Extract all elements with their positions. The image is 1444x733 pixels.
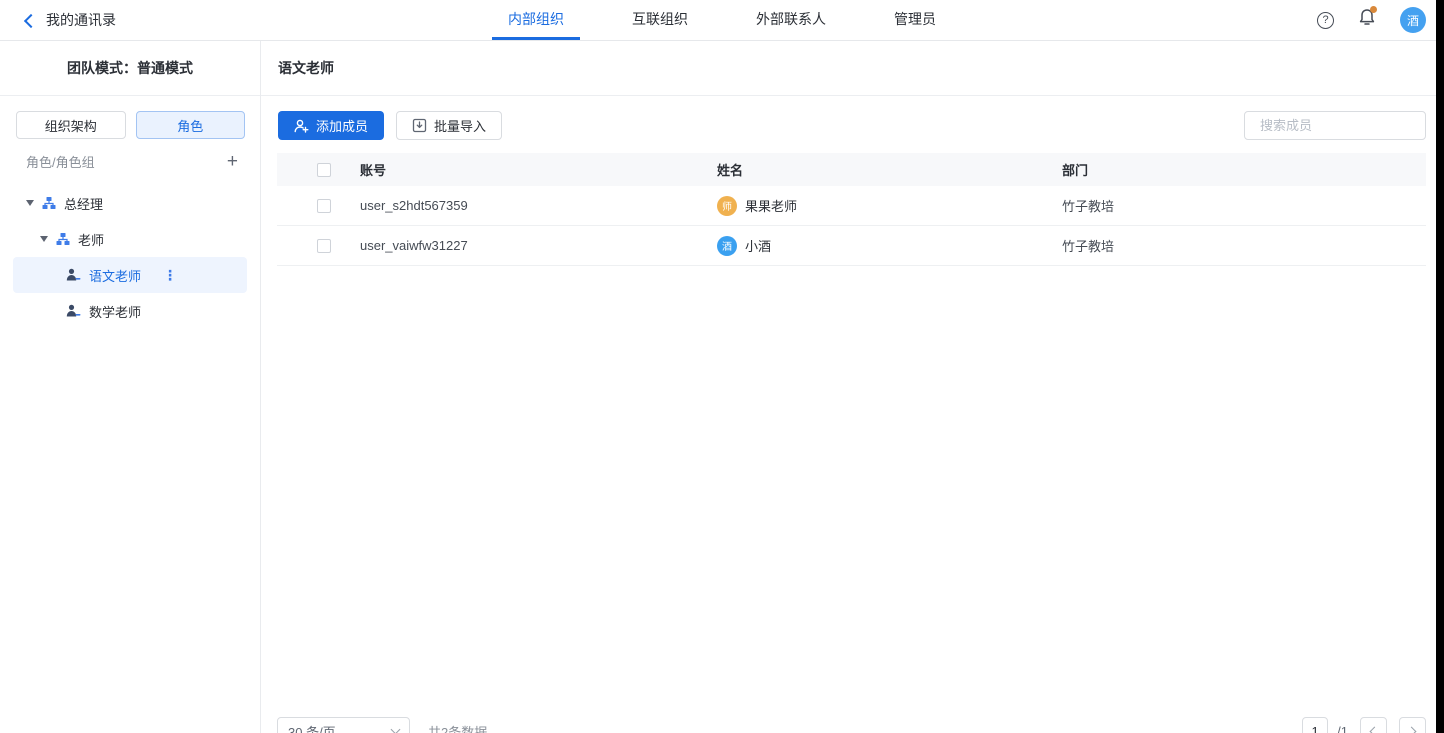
- page-total-label: /1: [1337, 724, 1348, 733]
- chevron-right-icon: [1407, 726, 1417, 733]
- table-row[interactable]: user_vaiwfw31227 酒 小酒 竹子教培: [277, 226, 1426, 266]
- team-mode-label: 团队模式：普通模式: [0, 41, 260, 96]
- tree-node-label: 老师: [78, 230, 104, 249]
- caret-down-icon[interactable]: [40, 236, 48, 242]
- member-avatar: 酒: [717, 236, 737, 256]
- tree-node-label: 总经理: [64, 194, 103, 213]
- tab-internal-org[interactable]: 内部组织: [492, 0, 580, 40]
- toolbar: 添加成员 批量导入: [261, 96, 1444, 140]
- screen-edge-strip: [1436, 0, 1444, 733]
- tree-node-teacher[interactable]: 老师: [0, 221, 260, 257]
- row-select-cell: [277, 199, 360, 213]
- table-header-row: 账号 姓名 部门: [277, 153, 1426, 186]
- row-checkbox[interactable]: [317, 199, 331, 213]
- page-number-input[interactable]: [1302, 717, 1328, 733]
- column-header-department: 部门: [1062, 160, 1426, 179]
- sidebar-view-toggle: 组织架构 角色: [0, 96, 260, 139]
- total-records-label: 共2条数据: [428, 722, 487, 733]
- org-structure-button[interactable]: 组织架构: [16, 111, 126, 139]
- add-person-icon: [294, 119, 309, 133]
- batch-import-label: 批量导入: [434, 116, 486, 135]
- page-title: 我的通讯录: [46, 10, 116, 30]
- batch-import-button[interactable]: 批量导入: [396, 111, 502, 140]
- role-tree: 总经理 老师: [0, 183, 260, 329]
- role-person-icon: [66, 268, 81, 282]
- import-icon: [412, 118, 427, 133]
- department-cell: 竹子教培: [1062, 196, 1426, 215]
- column-header-account: 账号: [360, 160, 717, 179]
- tab-external-contacts[interactable]: 外部联系人: [740, 0, 842, 40]
- tab-connected-org[interactable]: 互联组织: [616, 0, 704, 40]
- table-row[interactable]: user_s2hdt567359 师 果果老师 竹子教培: [277, 186, 1426, 226]
- row-checkbox[interactable]: [317, 239, 331, 253]
- org-hierarchy-icon: [42, 196, 56, 210]
- tree-node-general-manager[interactable]: 总经理: [0, 185, 260, 221]
- member-name: 果果老师: [745, 196, 797, 215]
- add-member-label: 添加成员: [316, 116, 368, 135]
- role-group-label: 角色/角色组: [26, 152, 95, 171]
- pager: /1: [1302, 717, 1426, 733]
- tree-node-chinese-teacher[interactable]: 语文老师 ⋮: [13, 257, 247, 293]
- member-avatar: 师: [717, 196, 737, 216]
- tab-admins[interactable]: 管理员: [878, 0, 952, 40]
- tree-node-label: 数学老师: [89, 302, 141, 321]
- account-cell: user_s2hdt567359: [360, 198, 717, 213]
- chevron-down-icon: [391, 725, 401, 733]
- back-button[interactable]: 我的通讯录: [0, 10, 116, 30]
- help-icon[interactable]: ?: [1317, 12, 1334, 29]
- top-tabs: 内部组织 互联组织 外部联系人 管理员: [492, 0, 952, 40]
- sidebar: 团队模式：普通模式 组织架构 角色 角色/角色组 + 总经理: [0, 41, 261, 733]
- column-header-name: 姓名: [717, 160, 1062, 179]
- name-cell: 酒 小酒: [717, 236, 1062, 256]
- tree-node-math-teacher[interactable]: 数学老师: [0, 293, 260, 329]
- user-avatar[interactable]: 酒: [1400, 7, 1426, 33]
- member-name: 小酒: [745, 236, 771, 255]
- role-button[interactable]: 角色: [136, 111, 246, 139]
- select-all-checkbox[interactable]: [317, 163, 331, 177]
- page-size-label: 30 条/页: [288, 722, 336, 733]
- role-title: 语文老师: [261, 41, 1444, 96]
- notifications-button[interactable]: [1358, 8, 1376, 32]
- prev-page-button[interactable]: [1360, 717, 1387, 733]
- notification-badge: [1370, 6, 1377, 13]
- add-role-icon[interactable]: +: [227, 152, 238, 171]
- org-hierarchy-icon: [56, 232, 70, 246]
- members-table: 账号 姓名 部门 user_s2hdt567359 师 果果老师 竹子教培: [277, 153, 1426, 266]
- search-member-input[interactable]: [1260, 118, 1436, 133]
- next-page-button[interactable]: [1399, 717, 1426, 733]
- page-size-select[interactable]: 30 条/页: [277, 717, 410, 733]
- main-panel: 语文老师 添加成员 批量导入: [261, 41, 1444, 733]
- select-all-cell: [277, 163, 360, 177]
- department-cell: 竹子教培: [1062, 236, 1426, 255]
- back-chevron-icon: [24, 13, 38, 27]
- account-cell: user_vaiwfw31227: [360, 238, 717, 253]
- content-layout: 团队模式：普通模式 组织架构 角色 角色/角色组 + 总经理: [0, 41, 1444, 733]
- topbar: 我的通讯录 内部组织 互联组织 外部联系人 管理员 ? 酒: [0, 0, 1444, 41]
- name-cell: 师 果果老师: [717, 196, 1062, 216]
- caret-down-icon[interactable]: [26, 200, 34, 206]
- add-member-button[interactable]: 添加成员: [278, 111, 384, 140]
- tree-node-label: 语文老师: [89, 266, 141, 285]
- chevron-left-icon: [1370, 726, 1380, 733]
- more-options-icon[interactable]: ⋮: [163, 267, 177, 284]
- role-person-icon: [66, 304, 81, 318]
- row-select-cell: [277, 239, 360, 253]
- role-group-header: 角色/角色组 +: [0, 139, 260, 183]
- search-member-box[interactable]: [1244, 111, 1426, 140]
- topbar-actions: ? 酒: [1317, 0, 1426, 40]
- pagination-bar: 30 条/页 共2条数据 /1: [261, 717, 1444, 733]
